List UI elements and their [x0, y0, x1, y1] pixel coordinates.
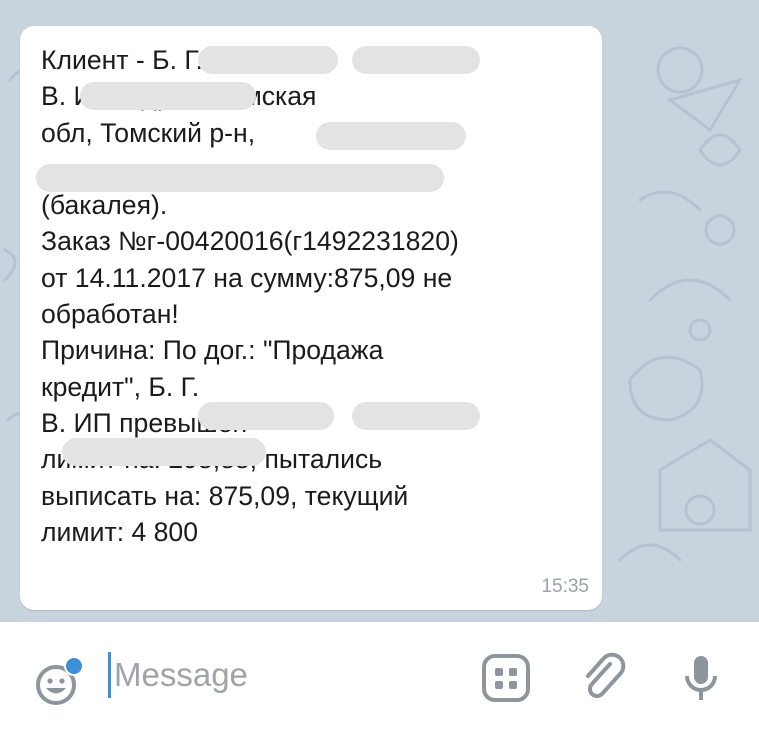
message-line: лимит: 4 800 — [41, 516, 199, 547]
message-time: 15:35 — [541, 576, 589, 597]
redaction-mask — [80, 82, 256, 110]
text-cursor — [108, 652, 111, 698]
redaction-mask — [62, 438, 266, 466]
redaction-mask — [352, 46, 480, 74]
message-line: Заказ №г-00420016(г1492231820) — [41, 226, 459, 257]
redaction-mask — [36, 164, 444, 192]
message-input[interactable]: Message — [114, 652, 248, 698]
message-text: Клиент - Б. Г. В. ИП, адрес: Томская обл… — [41, 42, 601, 550]
redaction-mask — [198, 402, 334, 430]
message-line: (бакалея). — [41, 190, 168, 221]
message-line: кредит", Б. Г. — [41, 371, 200, 402]
bot-commands-icon[interactable] — [478, 650, 534, 706]
redaction-mask — [352, 402, 480, 430]
microphone-icon[interactable] — [674, 650, 730, 706]
message-line: от 14.11.2017 на сумму:875,09 не — [41, 262, 453, 293]
redaction-mask — [198, 46, 338, 74]
message-line: обработан! — [41, 299, 179, 330]
emoji-icon[interactable] — [32, 654, 88, 710]
message-line: Причина: По дог.: "Продажа — [41, 335, 384, 366]
message-composer: Message — [0, 622, 759, 742]
redaction-mask — [316, 122, 466, 150]
paperclip-icon[interactable] — [576, 650, 632, 706]
message-line: выписать на: 875,09, текущий — [41, 480, 409, 511]
